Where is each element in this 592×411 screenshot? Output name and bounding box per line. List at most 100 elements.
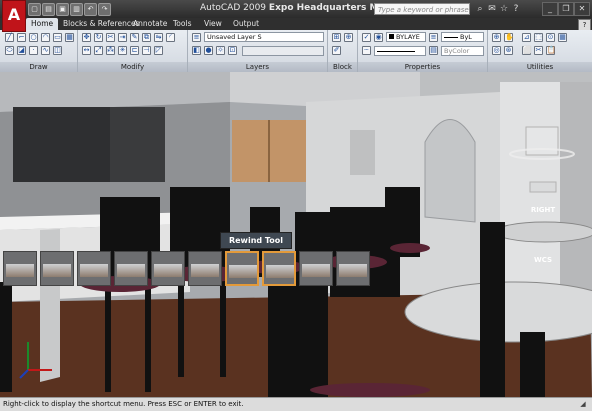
cut-icon[interactable]: ✂: [534, 46, 543, 55]
edit-block-icon[interactable]: ✐: [332, 46, 341, 55]
redo-icon[interactable]: ↷: [98, 3, 111, 16]
rewind-history-strip[interactable]: [3, 251, 371, 288]
explode-icon[interactable]: ✳: [118, 46, 127, 55]
lineweight-combo[interactable]: ByL: [441, 32, 484, 42]
favorites-icon[interactable]: ☆: [498, 3, 510, 15]
lineweight-icon[interactable]: ≡: [429, 33, 438, 42]
select-all-icon[interactable]: ⬜: [522, 46, 532, 55]
thumbnail-image: [43, 264, 71, 277]
ribbon-tab-bar: Home Blocks & References Annotate Tools …: [0, 18, 592, 31]
match-properties-icon[interactable]: ✓: [362, 33, 371, 42]
ellipse-icon[interactable]: ⬭: [5, 46, 14, 55]
mirror-icon[interactable]: ⇋: [154, 33, 163, 42]
undo-icon[interactable]: ↶: [84, 3, 97, 16]
layer-on-icon[interactable]: ●: [204, 46, 213, 55]
region-icon[interactable]: ◪: [17, 46, 26, 55]
rewind-thumbnail[interactable]: [299, 251, 333, 286]
panel-draw-label[interactable]: Draw: [0, 62, 77, 72]
color-wheel-icon[interactable]: ◉: [374, 33, 383, 42]
close-icon[interactable]: ✕: [574, 2, 590, 16]
resize-grip-icon[interactable]: ◢: [578, 400, 588, 409]
help-icon[interactable]: ?: [510, 3, 522, 15]
scale-icon[interactable]: ⤢: [94, 46, 103, 55]
layer-freeze-icon[interactable]: ☼: [216, 46, 225, 55]
restore-icon[interactable]: ❐: [558, 2, 574, 16]
tab-home[interactable]: Home: [26, 18, 59, 30]
arc-icon[interactable]: ◠: [41, 33, 50, 42]
rewind-thumbnail[interactable]: [77, 251, 111, 286]
tab-annotate[interactable]: Annotate: [128, 18, 172, 30]
array-icon[interactable]: ⁂: [106, 46, 115, 55]
tab-tools[interactable]: Tools: [168, 18, 196, 30]
drawing-viewport[interactable]: RIGHT WCS Rewind Tool: [0, 72, 592, 397]
offset-icon[interactable]: ⊏: [130, 46, 139, 55]
id-point-icon[interactable]: ⊙: [546, 33, 555, 42]
panel-layers-label[interactable]: Layers: [188, 62, 327, 72]
rewind-thumbnail[interactable]: [114, 251, 148, 286]
minimize-icon[interactable]: _: [542, 2, 558, 16]
plot-style-icon[interactable]: ▤: [429, 46, 438, 55]
new-file-icon[interactable]: ▢: [28, 3, 41, 16]
fillet-icon[interactable]: ◜: [166, 33, 175, 42]
move-icon[interactable]: ✥: [82, 33, 91, 42]
rewind-thumbnail[interactable]: [336, 251, 370, 286]
layer-properties-icon[interactable]: ≡: [192, 33, 201, 42]
measure-icon[interactable]: ⊿: [522, 33, 531, 42]
rewind-thumbnail-selected[interactable]: [262, 251, 296, 286]
stretch-icon[interactable]: ↔: [82, 46, 91, 55]
linetype-icon[interactable]: ┄: [362, 46, 371, 55]
color-combo[interactable]: BYLAYE: [386, 32, 426, 42]
layer-lock-icon[interactable]: ⊡: [228, 46, 237, 55]
extend-icon[interactable]: ⇥: [118, 33, 127, 42]
line-icon[interactable]: ╱: [5, 33, 14, 42]
create-block-icon[interactable]: ⊕: [344, 33, 353, 42]
circle-icon[interactable]: ○: [29, 33, 38, 42]
viewcube-face[interactable]: RIGHT: [528, 206, 558, 214]
layer-combo[interactable]: Unsaved Layer S: [204, 32, 324, 42]
trim-icon[interactable]: ✂: [106, 33, 115, 42]
polyline-icon[interactable]: ⌐: [17, 33, 26, 42]
communication-center-icon[interactable]: ✉: [486, 3, 498, 15]
paste-icon[interactable]: 📋: [546, 46, 556, 55]
spline-icon[interactable]: ∿: [41, 46, 50, 55]
plot-icon[interactable]: ▥: [70, 3, 83, 16]
rectangle-icon[interactable]: ▭: [53, 33, 62, 42]
orbit-icon[interactable]: ◎: [492, 46, 501, 55]
plot-style-combo[interactable]: ByColor: [441, 46, 484, 56]
break-icon[interactable]: ⊣: [142, 46, 151, 55]
rewind-thumbnail-selected[interactable]: [225, 251, 259, 286]
panel-properties-label[interactable]: Properties: [358, 62, 487, 72]
chamfer-icon[interactable]: ◸: [154, 46, 163, 55]
rewind-thumbnail[interactable]: [151, 251, 185, 286]
viewcube-wcs-menu[interactable]: WCS: [530, 256, 556, 264]
save-icon[interactable]: ▣: [56, 3, 69, 16]
erase-icon[interactable]: ✎: [130, 33, 139, 42]
quick-select-icon[interactable]: ⬚: [534, 33, 543, 42]
search-icon[interactable]: ⌕: [474, 3, 486, 15]
tab-view[interactable]: View: [199, 18, 227, 30]
pan-icon[interactable]: ✋: [504, 33, 514, 42]
autocad-logo-icon[interactable]: A: [2, 0, 26, 32]
rewind-thumbnail[interactable]: [3, 251, 37, 286]
hatch-icon[interactable]: ▦: [65, 33, 74, 42]
steering-wheel-icon[interactable]: ⊛: [504, 46, 513, 55]
calculator-icon[interactable]: ▦: [558, 33, 567, 42]
panel-block-label[interactable]: Block: [328, 62, 357, 72]
copy-icon[interactable]: ⧉: [142, 33, 151, 42]
linetype-combo[interactable]: [374, 46, 426, 56]
panel-modify-label[interactable]: Modify: [78, 62, 187, 72]
rewind-thumbnail[interactable]: [40, 251, 74, 286]
point-icon[interactable]: ·: [29, 46, 38, 55]
layer-tools-combo[interactable]: [242, 46, 324, 56]
search-input[interactable]: Type a keyword or phrase: [374, 3, 470, 15]
panel-utilities-label[interactable]: Utilities: [488, 62, 592, 72]
open-file-icon[interactable]: ▤: [42, 3, 55, 16]
layer-state-icon[interactable]: ◧: [192, 46, 201, 55]
tab-output[interactable]: Output: [228, 18, 264, 30]
rewind-thumbnail[interactable]: [188, 251, 222, 286]
thumbnail-image: [229, 265, 257, 278]
rotate-icon[interactable]: ↻: [94, 33, 103, 42]
insert-block-icon[interactable]: ⊞: [332, 33, 341, 42]
zoom-icon[interactable]: ⊕: [492, 33, 501, 42]
boundary-icon[interactable]: ◫: [53, 46, 62, 55]
